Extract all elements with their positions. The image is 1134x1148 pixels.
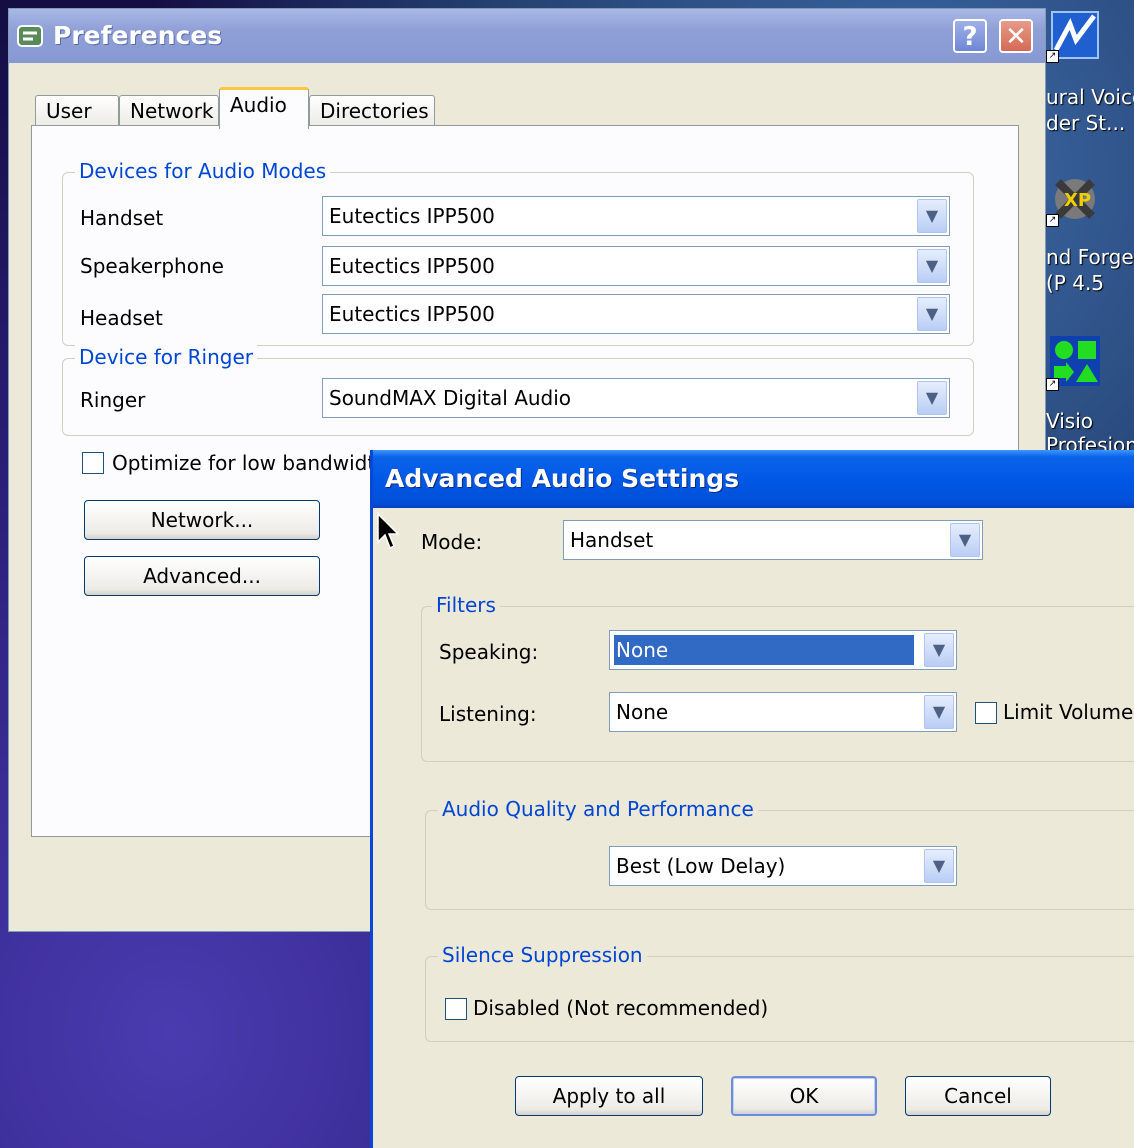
chevron-down-icon[interactable]: ▼ [924, 633, 954, 667]
audio-quality-select[interactable]: Best (Low Delay) ▼ [609, 846, 957, 886]
chevron-down-icon[interactable]: ▼ [924, 695, 954, 729]
filters-legend: Filters [432, 593, 500, 617]
ringer-device-value: SoundMAX Digital Audio [329, 386, 572, 410]
chevron-down-icon[interactable]: ▼ [917, 381, 947, 415]
chevron-down-icon[interactable]: ▼ [924, 849, 954, 883]
window-title: Preferences [53, 21, 223, 50]
chevron-down-icon[interactable]: ▼ [917, 199, 947, 233]
mouse-cursor-icon [377, 512, 400, 550]
shortcut-arrow-icon: ↗ [1046, 214, 1059, 227]
advanced-audio-dialog: Advanced Audio Settings Mode: Handset ▼ … [370, 450, 1134, 1148]
chevron-down-icon[interactable]: ▼ [950, 523, 980, 557]
speaking-filter-select[interactable]: None ▼ [609, 630, 957, 670]
desktop-shortcut-soundforge[interactable]: XP ↗ nd Forge (P 4.5 [1046, 170, 1134, 300]
tab-audio[interactable]: Audio [219, 87, 309, 129]
speaking-label: Speaking: [439, 640, 539, 664]
advanced-dialog-title: Advanced Audio Settings [385, 464, 740, 493]
mode-value: Handset [570, 528, 654, 552]
audio-quality-value: Best (Low Delay) [616, 854, 786, 878]
help-button[interactable]: ? [953, 19, 987, 53]
silence-suppression-legend: Silence Suppression [438, 943, 647, 967]
ringer-device-select[interactable]: SoundMAX Digital Audio ▼ [322, 378, 950, 418]
shortcut-arrow-icon: ↗ [1046, 50, 1059, 63]
handset-label: Handset [80, 206, 164, 230]
listening-filter-value: None [616, 700, 669, 724]
silence-disabled-label: Disabled (Not recommended) [473, 996, 769, 1020]
network-button[interactable]: Network... [84, 500, 320, 540]
handset-device-value: Eutectics IPP500 [329, 204, 495, 228]
optimize-bandwidth-label: Optimize for low bandwidth [112, 451, 388, 475]
speakerphone-label: Speakerphone [80, 254, 224, 278]
desktop-shortcut-voice[interactable]: ↗ ural Voice der St... [1046, 6, 1134, 136]
desktop-shortcut-visio[interactable]: ↗ Visio Profesional [1046, 334, 1134, 457]
headset-label: Headset [80, 306, 163, 330]
advanced-titlebar[interactable]: Advanced Audio Settings [373, 450, 1134, 508]
mode-select[interactable]: Handset ▼ [563, 520, 983, 560]
headset-device-value: Eutectics IPP500 [329, 302, 495, 326]
listening-label: Listening: [439, 702, 537, 726]
shortcut-arrow-icon: ↗ [1046, 378, 1059, 391]
desktop-shortcut-label: (P 4.5 [1046, 271, 1105, 295]
desktop-shortcut-label: ural Voice [1046, 85, 1134, 109]
cancel-button[interactable]: Cancel [905, 1076, 1051, 1116]
tab-network[interactable]: Network [119, 95, 219, 127]
optimize-bandwidth-checkbox[interactable] [82, 452, 104, 474]
desktop-shortcut-label: Visio [1046, 409, 1094, 433]
devices-group-legend: Devices for Audio Modes [75, 159, 331, 183]
chevron-down-icon[interactable]: ▼ [917, 249, 947, 283]
svg-text:XP: XP [1064, 190, 1091, 211]
apply-to-all-button[interactable]: Apply to all [515, 1076, 703, 1116]
advanced-button[interactable]: Advanced... [84, 556, 320, 596]
chevron-down-icon[interactable]: ▼ [917, 297, 947, 331]
mode-label: Mode: [421, 530, 483, 554]
speaking-filter-value: None [614, 635, 914, 665]
speakerphone-device-value: Eutectics IPP500 [329, 254, 495, 278]
ok-button[interactable]: OK [731, 1076, 877, 1116]
ringer-label: Ringer [80, 388, 146, 412]
ringer-group-legend: Device for Ringer [75, 345, 257, 369]
limit-volume-checkbox[interactable] [975, 702, 997, 724]
audio-quality-legend: Audio Quality and Performance [438, 797, 758, 821]
headset-device-select[interactable]: Eutectics IPP500 ▼ [322, 294, 950, 334]
desktop-shortcut-label: der St... [1046, 111, 1126, 135]
silence-disabled-checkbox[interactable] [445, 998, 467, 1020]
handset-device-select[interactable]: Eutectics IPP500 ▼ [322, 196, 950, 236]
speakerphone-device-select[interactable]: Eutectics IPP500 ▼ [322, 246, 950, 286]
desktop-shortcut-label: nd Forge [1046, 245, 1134, 269]
tab-directories[interactable]: Directories [309, 95, 435, 127]
limit-volume-label: Limit Volume [1003, 700, 1134, 724]
preferences-titlebar[interactable]: Preferences ? ✕ [9, 9, 1045, 63]
close-button[interactable]: ✕ [999, 19, 1033, 53]
tab-user[interactable]: User [35, 95, 119, 127]
app-icon [17, 25, 43, 47]
listening-filter-select[interactable]: None ▼ [609, 692, 957, 732]
